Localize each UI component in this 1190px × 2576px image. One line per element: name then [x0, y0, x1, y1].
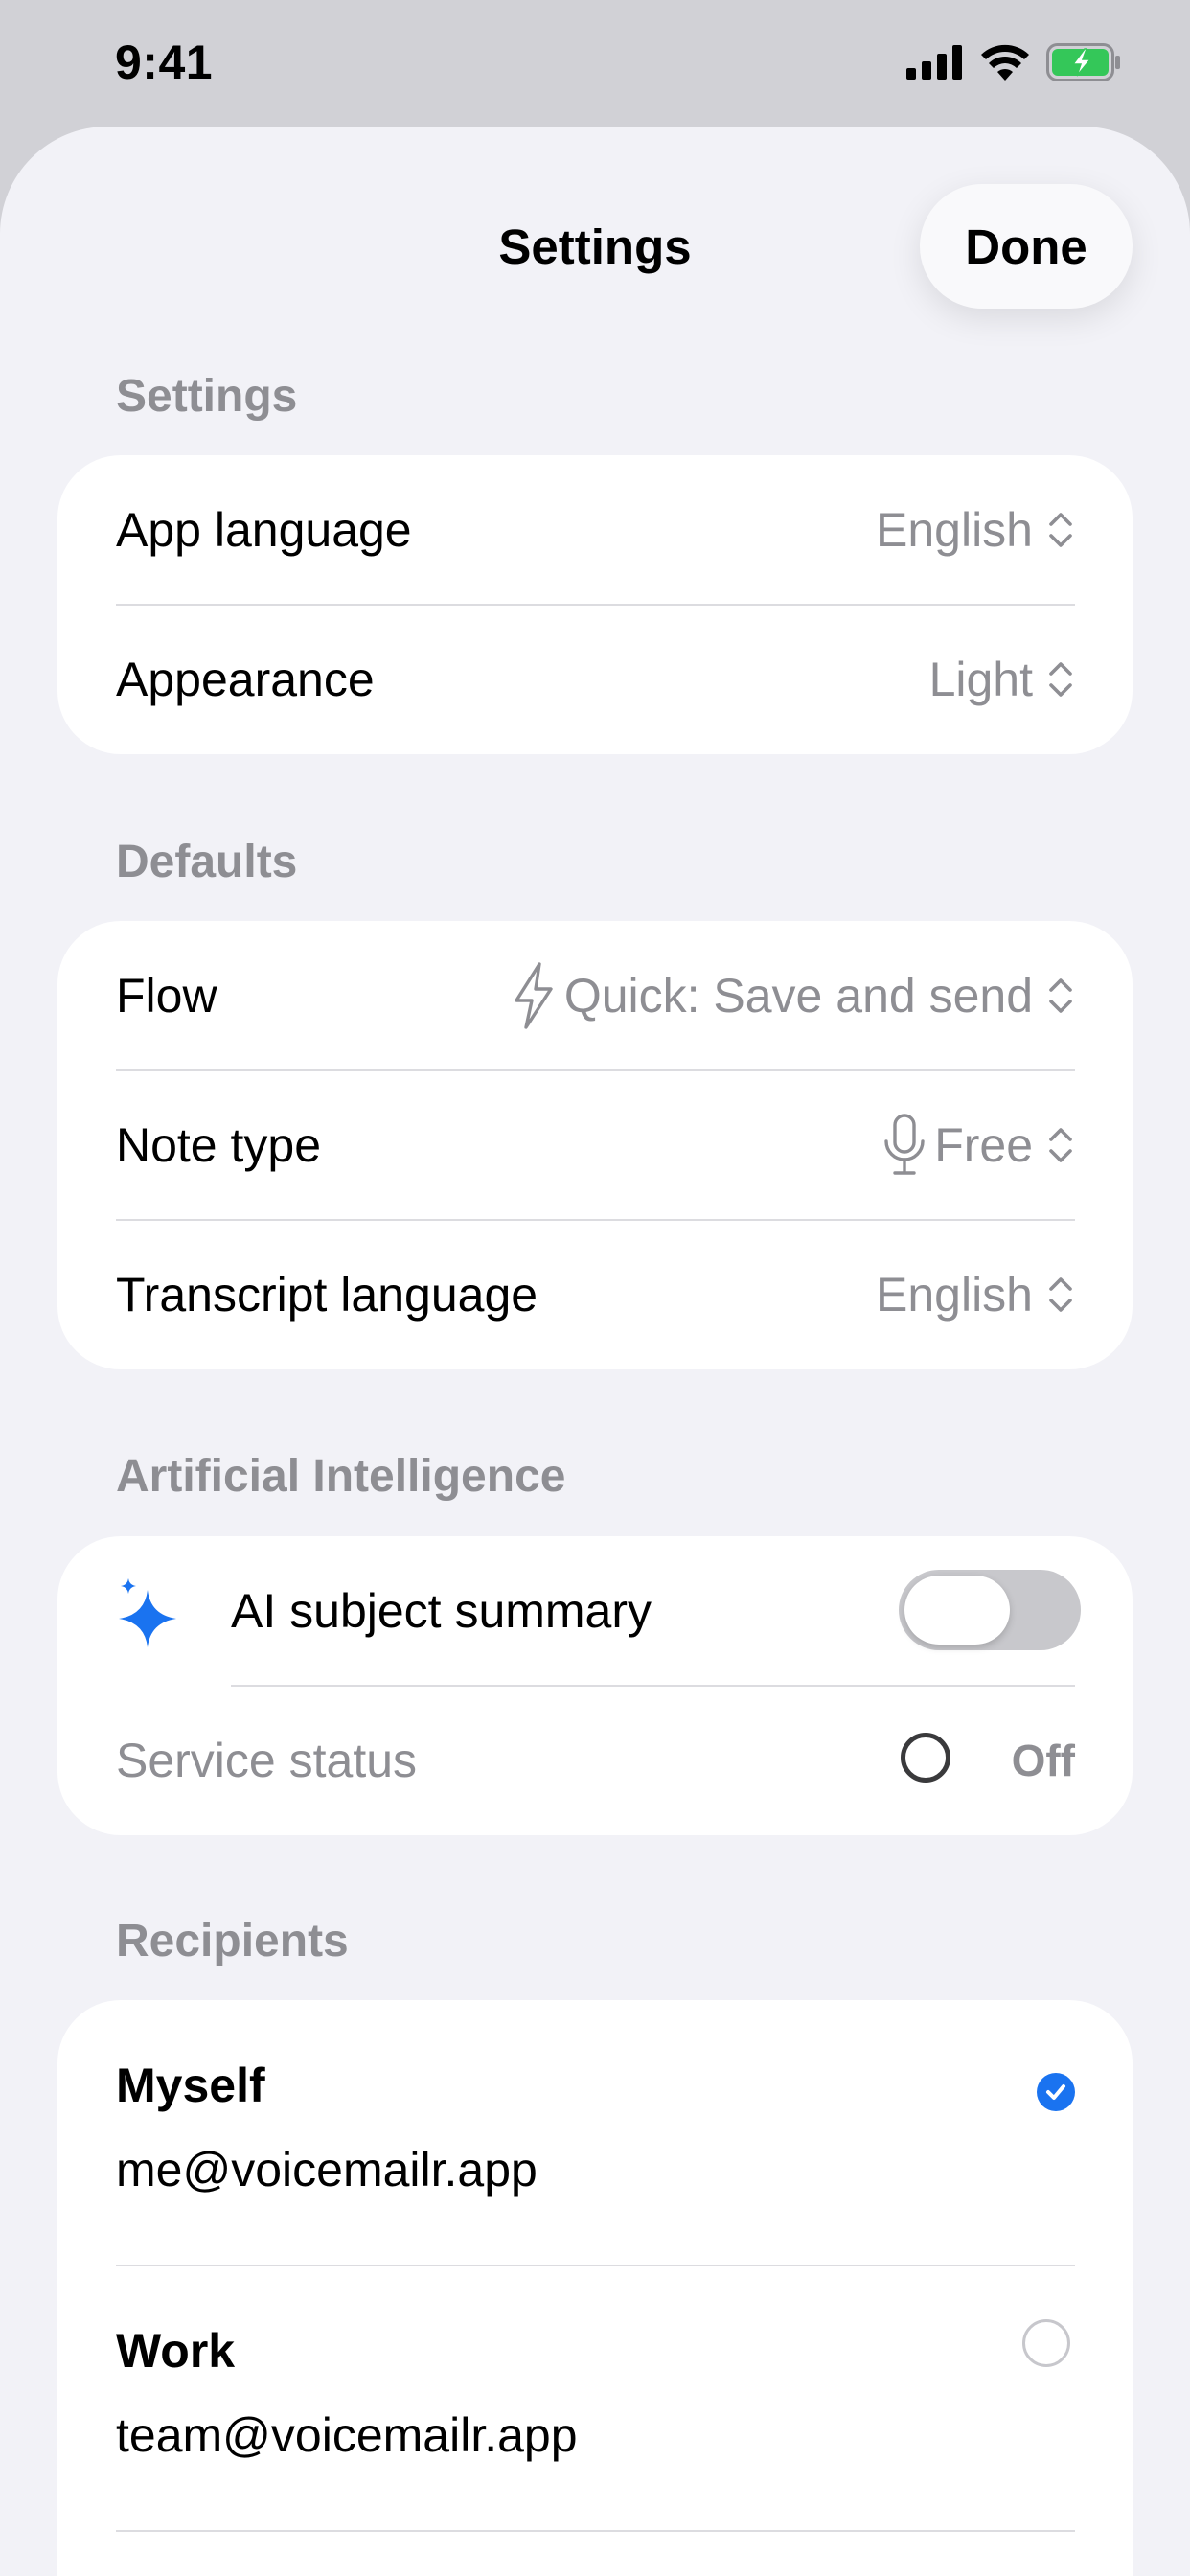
status-bar: 9:41 [0, 0, 1190, 126]
app-language-value-text: English [876, 503, 1033, 557]
service-status-row: Service status Off [57, 1686, 1133, 1835]
ai-group: AI subject summary Service status Off [57, 1536, 1133, 1835]
row-divider [116, 2530, 1075, 2532]
chevron-up-down-icon [1049, 513, 1072, 547]
appearance-label: Appearance [116, 653, 375, 706]
appearance-value[interactable]: Light [929, 605, 1075, 754]
section-header-defaults: Defaults [116, 837, 298, 887]
flow-label: Flow [116, 969, 217, 1023]
checkmark-circle-icon[interactable] [1037, 2073, 1075, 2111]
note-type-row[interactable]: Note type Free [57, 1070, 1133, 1220]
defaults-group: Flow Quick: Save and send Note type Free… [57, 921, 1133, 1369]
recipient-email: team@voicemailr.app [116, 2408, 578, 2462]
app-language-label: App language [116, 503, 412, 557]
done-button[interactable]: Done [920, 184, 1133, 309]
recipient-row-myself[interactable]: Myself me@voicemailr.app [57, 2000, 1133, 2266]
app-language-value[interactable]: English [876, 455, 1075, 605]
battery-charging-icon [1046, 43, 1120, 81]
ai-subject-summary-label: AI subject summary [231, 1584, 652, 1638]
chevron-up-down-icon [1049, 1128, 1072, 1162]
transcript-language-label: Transcript language [116, 1268, 538, 1322]
empty-circle-icon[interactable] [1022, 2319, 1070, 2367]
app-language-row[interactable]: App language English [57, 455, 1133, 605]
appearance-row[interactable]: Appearance Light [57, 605, 1133, 754]
bolt-icon [515, 962, 553, 1029]
recipient-email: me@voicemailr.app [116, 2143, 538, 2196]
note-type-value-text: Free [934, 1118, 1033, 1172]
section-header-settings: Settings [116, 371, 298, 422]
ai-subject-summary-row: AI subject summary [57, 1536, 1133, 1686]
note-type-value[interactable]: Free [882, 1070, 1075, 1220]
flow-row[interactable]: Flow Quick: Save and send [57, 921, 1133, 1070]
wifi-icon [981, 44, 1029, 80]
sparkles-icon [119, 1578, 176, 1647]
section-header-ai: Artificial Intelligence [116, 1451, 566, 1502]
microphone-icon [884, 1114, 925, 1175]
status-icons [906, 42, 1123, 82]
section-header-recipients: Recipients [116, 1916, 349, 1966]
service-status-value: Off [1011, 1736, 1075, 1785]
recipient-row-work[interactable]: Work team@voicemailr.app [57, 2266, 1133, 2531]
chevron-up-down-icon [1049, 1277, 1072, 1312]
chevron-up-down-icon [1049, 662, 1072, 697]
service-status-label: Service status [116, 1734, 418, 1787]
appearance-value-text: Light [928, 653, 1033, 706]
note-type-label: Note type [116, 1118, 322, 1172]
flow-value-text: Quick: Save and send [563, 969, 1033, 1023]
transcript-language-row[interactable]: Transcript language English [57, 1220, 1133, 1369]
toggle-knob [904, 1576, 1010, 1644]
recipients-group: Myself me@voicemailr.app Work team@voice… [57, 2000, 1133, 2576]
recipient-name: Work [116, 2324, 236, 2378]
settings-group: App language English Appearance Light [57, 455, 1133, 754]
settings-sheet: Settings Done Settings App language Engl… [0, 126, 1190, 2576]
cellular-signal-icon [906, 45, 962, 80]
ai-subject-summary-toggle[interactable] [899, 1570, 1081, 1650]
status-time: 9:41 [115, 35, 214, 89]
transcript-language-value[interactable]: English [876, 1220, 1075, 1369]
transcript-language-value-text: English [876, 1268, 1033, 1322]
status-indicator-icon [901, 1733, 950, 1782]
recipient-name: Myself [116, 2058, 265, 2112]
flow-value[interactable]: Quick: Save and send [511, 921, 1075, 1070]
chevron-up-down-icon [1049, 978, 1072, 1013]
